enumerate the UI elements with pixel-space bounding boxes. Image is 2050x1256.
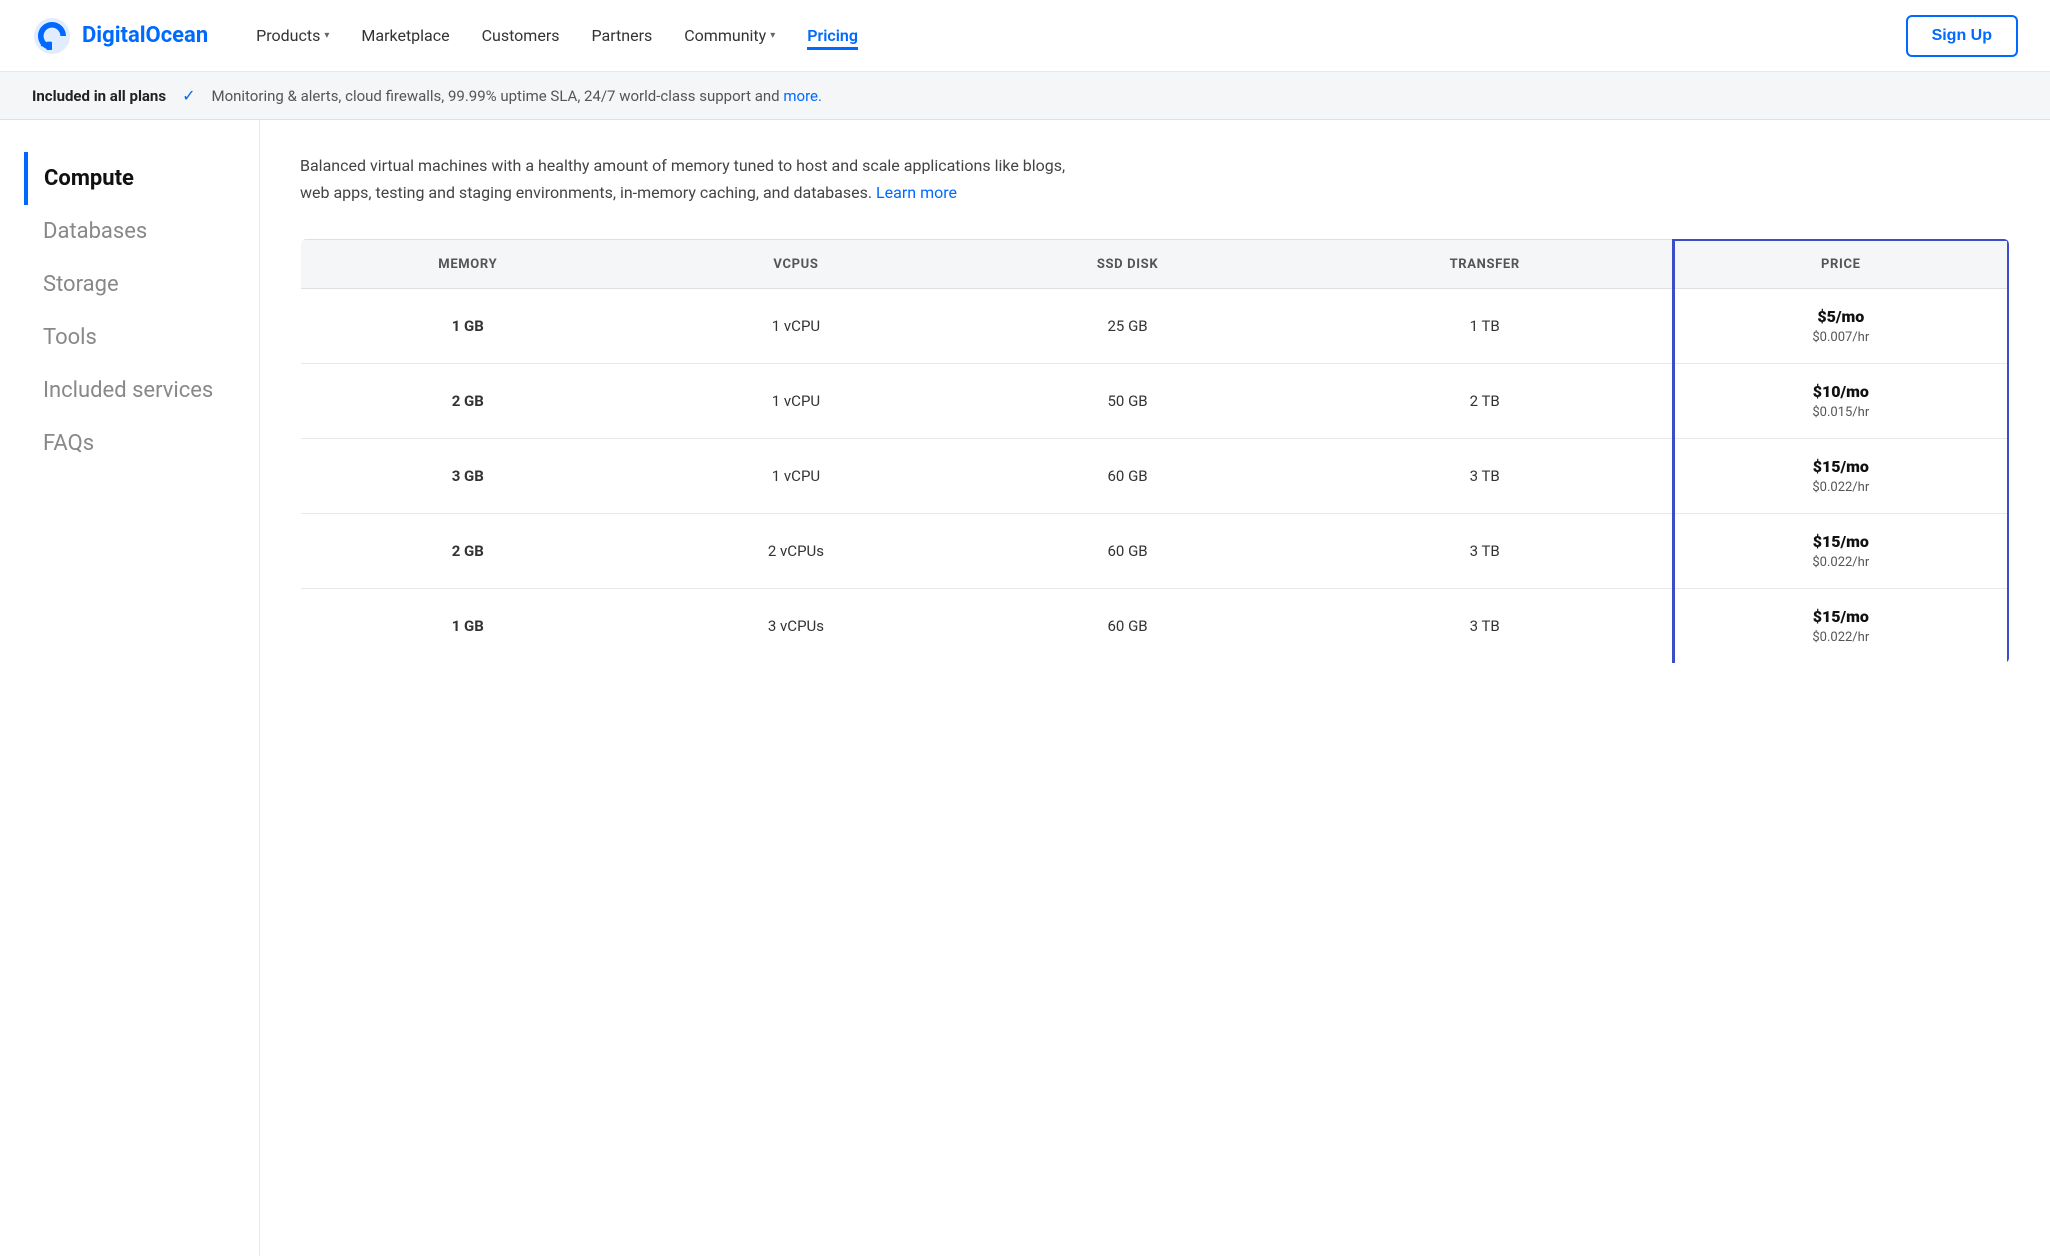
cell-transfer: 1 TB	[1298, 289, 1673, 364]
col-header-price: PRICE	[1673, 240, 2008, 289]
more-link[interactable]: more.	[783, 87, 822, 105]
learn-more-link[interactable]: Learn more	[876, 183, 957, 202]
sidebar-item-databases[interactable]: Databases	[24, 205, 235, 258]
cell-vcpus: 1 vCPU	[635, 289, 958, 364]
col-header-memory: MEMORY	[301, 240, 635, 289]
cell-transfer: 3 TB	[1298, 514, 1673, 589]
nav-pricing[interactable]: Pricing	[807, 22, 858, 50]
cell-transfer: 3 TB	[1298, 439, 1673, 514]
sidebar-item-storage[interactable]: Storage	[24, 258, 235, 311]
logo-link[interactable]: DigitalOcean	[32, 16, 208, 56]
table-row: 1 GB 1 vCPU 25 GB 1 TB $5/mo $0.007/hr	[301, 289, 2009, 364]
cell-vcpus: 3 vCPUs	[635, 589, 958, 664]
col-header-vcpus: VCPUS	[635, 240, 958, 289]
content-description: Balanced virtual machines with a healthy…	[300, 152, 1080, 206]
cell-price: $10/mo $0.015/hr	[1673, 364, 2008, 439]
cell-price: $5/mo $0.007/hr	[1673, 289, 2008, 364]
nav-marketplace[interactable]: Marketplace	[361, 22, 449, 49]
pricing-table: MEMORY VCPUS SSD DISK TRANSFER PRICE 1 G…	[300, 238, 2010, 664]
sidebar-item-included-services[interactable]: Included services	[24, 364, 235, 417]
nav-links: Products ▾ Marketplace Customers Partner…	[256, 22, 1905, 50]
included-description: Monitoring & alerts, cloud firewalls, 99…	[211, 87, 821, 105]
cell-vcpus: 1 vCPU	[635, 364, 958, 439]
included-bar: Included in all plans ✓ Monitoring & ale…	[0, 72, 2050, 120]
main-layout: Compute Databases Storage Tools Included…	[0, 120, 2050, 1256]
table-row: 1 GB 3 vCPUs 60 GB 3 TB $15/mo $0.022/hr	[301, 589, 2009, 664]
chevron-down-icon: ▾	[324, 30, 329, 41]
cell-ssd: 60 GB	[957, 514, 1298, 589]
cell-price: $15/mo $0.022/hr	[1673, 439, 2008, 514]
cell-ssd: 25 GB	[957, 289, 1298, 364]
signup-button[interactable]: Sign Up	[1906, 15, 2018, 57]
sidebar-item-compute[interactable]: Compute	[24, 152, 235, 205]
col-header-transfer: TRANSFER	[1298, 240, 1673, 289]
logo-text: DigitalOcean	[82, 23, 208, 48]
cell-memory: 3 GB	[301, 439, 635, 514]
check-icon: ✓	[182, 86, 195, 105]
nav-products[interactable]: Products ▾	[256, 22, 329, 49]
cell-price: $15/mo $0.022/hr	[1673, 589, 2008, 664]
cell-memory: 2 GB	[301, 514, 635, 589]
cell-ssd: 60 GB	[957, 439, 1298, 514]
cell-transfer: 2 TB	[1298, 364, 1673, 439]
sidebar-item-tools[interactable]: Tools	[24, 311, 235, 364]
col-header-ssd: SSD DISK	[957, 240, 1298, 289]
sidebar-item-faqs[interactable]: FAQs	[24, 417, 235, 470]
table-row: 2 GB 1 vCPU 50 GB 2 TB $10/mo $0.015/hr	[301, 364, 2009, 439]
cell-price: $15/mo $0.022/hr	[1673, 514, 2008, 589]
nav-community[interactable]: Community ▾	[684, 22, 775, 49]
cell-memory: 2 GB	[301, 364, 635, 439]
nav-partners[interactable]: Partners	[592, 22, 653, 49]
table-row: 2 GB 2 vCPUs 60 GB 3 TB $15/mo $0.022/hr	[301, 514, 2009, 589]
cell-memory: 1 GB	[301, 289, 635, 364]
sidebar: Compute Databases Storage Tools Included…	[0, 120, 260, 1256]
logo-icon	[32, 16, 72, 56]
cell-ssd: 50 GB	[957, 364, 1298, 439]
cell-transfer: 3 TB	[1298, 589, 1673, 664]
nav-customers[interactable]: Customers	[482, 22, 560, 49]
navbar: DigitalOcean Products ▾ Marketplace Cust…	[0, 0, 2050, 72]
cell-ssd: 60 GB	[957, 589, 1298, 664]
chevron-down-icon: ▾	[770, 30, 775, 41]
cell-vcpus: 2 vCPUs	[635, 514, 958, 589]
cell-memory: 1 GB	[301, 589, 635, 664]
main-content: Balanced virtual machines with a healthy…	[260, 120, 2050, 1256]
table-row: 3 GB 1 vCPU 60 GB 3 TB $15/mo $0.022/hr	[301, 439, 2009, 514]
cell-vcpus: 1 vCPU	[635, 439, 958, 514]
included-label: Included in all plans	[32, 87, 166, 105]
